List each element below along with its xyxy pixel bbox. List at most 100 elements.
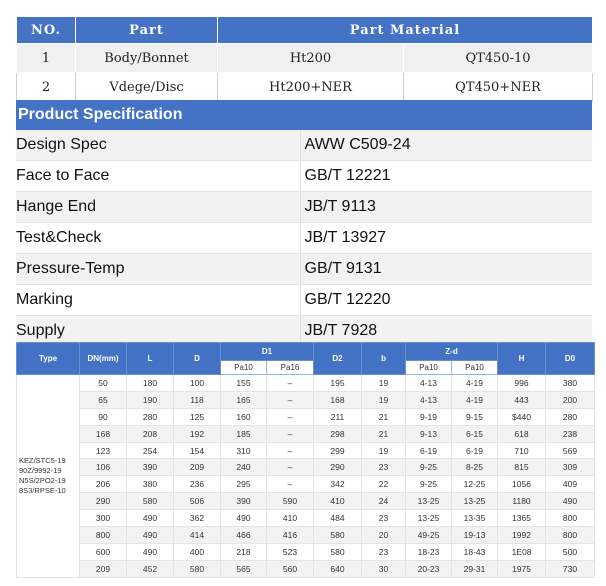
header-h: H (497, 342, 547, 375)
spec-value: JB/T 9113 (299, 191, 592, 223)
header-part: Part (75, 16, 218, 44)
cell-d1-pa16: – (265, 475, 315, 494)
cell-d2: 640 (313, 559, 363, 578)
cell-d0: 500 (545, 542, 596, 561)
cell-zd-pa10: 9-25 (405, 458, 453, 477)
cell-d: 118 (173, 390, 221, 409)
part-material-1: Ht200 (217, 43, 404, 73)
cell-b: 21 (361, 424, 407, 443)
table-row: 300 490 362 490 410 484 23 13-25 13-35 1365 800 (17, 509, 596, 528)
cell-dn: 168 (79, 424, 127, 443)
header-l: L (126, 342, 174, 375)
cell-d1-pa10: 240 (220, 458, 267, 477)
part-name: Body/Bonnet (75, 43, 218, 73)
table-row: 600 490 400 218 523 580 23 18-23 18-43 1E08 500 (17, 542, 596, 561)
cell-d2: 195 (313, 374, 363, 392)
header-z-d: Z-d (405, 342, 499, 361)
header-d1: D1 (219, 342, 315, 361)
spec-row: Hange End JB/T 9113 (16, 191, 592, 223)
cell-d: 362 (173, 509, 221, 528)
cell-zd-pa10: 49-25 (405, 526, 453, 544)
cell-l: 490 (126, 542, 174, 561)
cell-zd-pa10b: 13-35 (451, 509, 499, 528)
cell-h: 1056 (497, 475, 547, 494)
cell-zd-pa10: 9-25 (405, 475, 453, 494)
cell-l: 452 (126, 559, 174, 578)
subheader-zd-pa10: Pa10 (405, 360, 453, 375)
type-cell: KEZ/STC5-19 90Z/9992-19 N5S/2PO2-19 8S3/RPS… (16, 374, 80, 578)
cell-d2: 342 (313, 475, 363, 494)
cell-d: 125 (173, 407, 221, 426)
table-row: 106 390 209 240–290 23 9-25 8-25 815 309 (17, 458, 596, 477)
spec-label: Face to Face (16, 160, 300, 192)
table-row: 168 208 192 185–298 21 9-13 6-15 618 238 (17, 424, 596, 443)
cell-d0: 730 (545, 559, 596, 578)
cell-d1-pa10: 185 (220, 424, 267, 443)
cell-l: 254 (126, 441, 174, 460)
cell-zd-pa10: 20-23 (405, 559, 453, 578)
cell-d2: 580 (313, 526, 363, 544)
cell-d0: 409 (545, 475, 596, 494)
cell-d0: 309 (545, 458, 596, 477)
header-type: Type (16, 342, 80, 375)
cell-d1-pa10: 160 (220, 407, 267, 426)
cell-h: 1E08 (497, 542, 547, 561)
cell-b: 23 (361, 542, 407, 561)
cell-b: 30 (361, 559, 407, 578)
cell-zd-pa10: 13-25 (405, 509, 453, 528)
subheader-d1-pa10: Pa10 (220, 360, 267, 375)
cell-d2: 410 (313, 492, 363, 511)
cell-d2: 290 (313, 458, 363, 477)
type-line: N5S/2PO2-19 (19, 475, 66, 485)
cell-d: 506 (173, 492, 221, 511)
cell-d1-pa10: 165 (220, 390, 267, 409)
cell-d1-pa10: 155 (220, 374, 267, 392)
cell-d1-pa16: – (265, 441, 315, 460)
cell-h: 815 (497, 458, 547, 477)
spec-label: Marking (16, 284, 300, 316)
cell-d1-pa16: – (265, 424, 315, 443)
cell-d0: 238 (545, 424, 596, 443)
spec-row: Test&Check JB/T 13927 (16, 222, 592, 254)
cell-dn: 300 (79, 509, 127, 528)
cell-d2: 211 (313, 407, 363, 426)
cell-l: 490 (126, 509, 174, 528)
cell-zd-pa10b: 12-25 (451, 475, 499, 494)
cell-b: 19 (361, 441, 407, 460)
cell-d0: 280 (545, 407, 596, 426)
spec-value: JB/T 13927 (299, 222, 592, 254)
cell-l: 380 (126, 475, 174, 494)
cell-d: 414 (173, 526, 221, 544)
cell-d1-pa10: 218 (220, 542, 267, 561)
cell-d: 154 (173, 441, 221, 460)
cell-l: 190 (126, 390, 174, 409)
cell-d1-pa10: 466 (220, 526, 267, 544)
cell-zd-pa10: 4-13 (405, 374, 453, 392)
cell-dn: 65 (79, 390, 127, 409)
cell-zd-pa10: 13-25 (405, 492, 453, 511)
spec-label: Test&Check (16, 222, 300, 254)
cell-d1-pa16: 590 (265, 492, 315, 511)
cell-zd-pa10b: 4-19 (451, 374, 499, 392)
cell-l: 390 (126, 458, 174, 477)
part-material-2: QT450-10 (403, 43, 593, 73)
spec-label: Design Spec (16, 130, 300, 161)
header-b: b (361, 342, 407, 375)
cell-d0: 490 (545, 492, 596, 511)
header-d0: D0 (545, 342, 596, 375)
cell-l: 208 (126, 424, 174, 443)
cell-h: 1992 (497, 526, 547, 544)
cell-h: $440 (497, 407, 547, 426)
cell-dn: 90 (79, 407, 127, 426)
part-material-2: QT450+NER (403, 72, 593, 102)
cell-b: 22 (361, 475, 407, 494)
cell-d: 400 (173, 542, 221, 561)
cell-zd-pa10: 18-23 (405, 542, 453, 561)
cell-d0: 200 (545, 390, 596, 409)
spec-label: Hange End (16, 191, 300, 223)
cell-h: 1365 (497, 509, 547, 528)
cell-zd-pa10: 6-19 (405, 441, 453, 460)
cell-b: 19 (361, 374, 407, 392)
cell-zd-pa10: 9-19 (405, 407, 453, 426)
table-row: 90 280 125 160–211 21 9-19 9-15 $440 280 (17, 407, 596, 426)
